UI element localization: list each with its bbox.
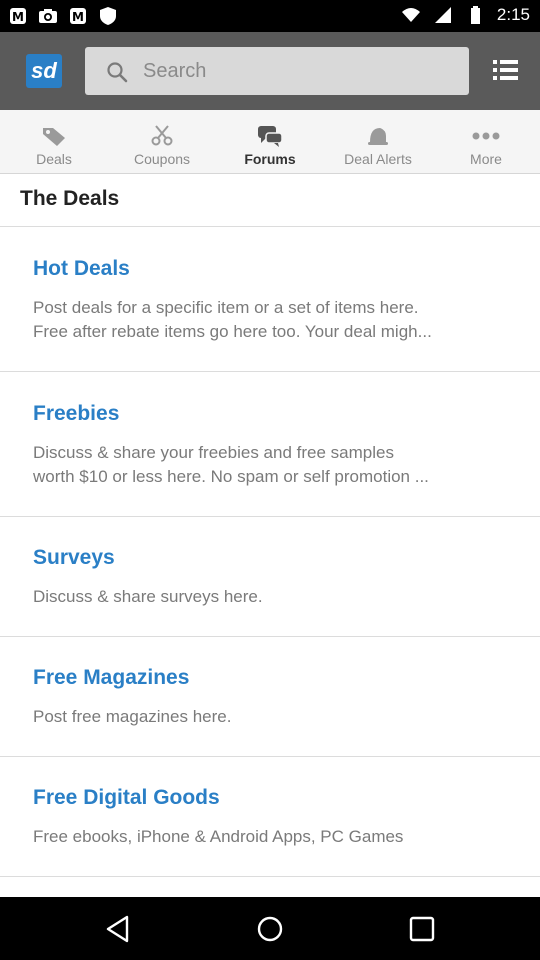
app-notification-icon: M bbox=[70, 8, 86, 24]
app-bar: sd bbox=[0, 32, 540, 110]
slickdeals-logo[interactable]: sd bbox=[26, 54, 62, 88]
forum-title[interactable]: Free Digital Goods bbox=[33, 786, 220, 810]
forum-title[interactable]: Free Magazines bbox=[33, 666, 189, 690]
forum-item-free-digital-goods[interactable]: Free Digital Goods Free ebooks, iPhone &… bbox=[0, 757, 540, 877]
section-header: The Deals bbox=[0, 175, 540, 227]
forum-item-freebies[interactable]: Freebies Discuss & share your freebies a… bbox=[0, 372, 540, 517]
back-icon[interactable] bbox=[103, 914, 133, 944]
forum-description: Free ebooks, iPhone & Android Apps, PC G… bbox=[33, 827, 404, 846]
battery-icon bbox=[470, 6, 480, 24]
clock: 2:15 bbox=[496, 5, 530, 24]
recent-apps-icon[interactable] bbox=[407, 914, 437, 944]
forum-description: Post deals for a specific item or a set … bbox=[33, 298, 432, 341]
tab-label: More bbox=[470, 151, 502, 167]
tag-icon bbox=[43, 128, 65, 146]
search-input[interactable] bbox=[143, 53, 453, 89]
bell-icon bbox=[368, 128, 388, 145]
tab-label: Deal Alerts bbox=[344, 151, 412, 167]
more-dots-icon bbox=[472, 132, 500, 140]
tab-label: Deals bbox=[36, 151, 72, 167]
status-bar: M M 2:15 bbox=[0, 0, 540, 32]
system-nav-bar bbox=[0, 897, 540, 960]
forum-title[interactable]: Surveys bbox=[33, 546, 115, 570]
tab-bar: Deals Coupons Forums Deal Alerts More bbox=[0, 110, 540, 174]
forum-item-free-magazines[interactable]: Free Magazines Post free magazines here. bbox=[0, 637, 540, 757]
section-title: The Deals bbox=[20, 187, 120, 210]
forum-item-surveys[interactable]: Surveys Discuss & share surveys here. bbox=[0, 517, 540, 637]
tab-deal-alerts[interactable]: Deal Alerts bbox=[324, 110, 432, 173]
shield-icon bbox=[100, 7, 116, 25]
tab-forums[interactable]: Forums bbox=[216, 110, 324, 173]
home-icon[interactable] bbox=[255, 914, 285, 944]
signal-icon bbox=[434, 7, 451, 23]
list-menu-icon[interactable] bbox=[488, 52, 524, 88]
search-icon bbox=[107, 62, 128, 83]
forum-description: Discuss & share surveys here. bbox=[33, 587, 263, 606]
tab-coupons[interactable]: Coupons bbox=[108, 110, 216, 173]
scissors-icon bbox=[151, 125, 173, 146]
app-notification-icon: M bbox=[10, 8, 26, 24]
forum-title[interactable]: Hot Deals bbox=[33, 257, 130, 281]
svg-text:M: M bbox=[12, 10, 24, 24]
wifi-icon bbox=[401, 8, 420, 22]
forum-description: Post free magazines here. bbox=[33, 707, 232, 726]
forum-item-hot-deals[interactable]: Hot Deals Post deals for a specific item… bbox=[0, 227, 540, 372]
svg-text:M: M bbox=[72, 10, 84, 24]
chat-bubbles-icon bbox=[258, 126, 283, 147]
search-box[interactable] bbox=[85, 47, 469, 95]
tab-label: Coupons bbox=[133, 151, 191, 167]
tab-label: Forums bbox=[244, 151, 296, 167]
forum-title[interactable]: Freebies bbox=[33, 402, 119, 426]
forum-description: Discuss & share your freebies and free s… bbox=[33, 443, 429, 486]
tab-deals[interactable]: Deals bbox=[0, 110, 108, 173]
tab-more[interactable]: More bbox=[432, 110, 540, 173]
camera-icon bbox=[39, 9, 57, 23]
